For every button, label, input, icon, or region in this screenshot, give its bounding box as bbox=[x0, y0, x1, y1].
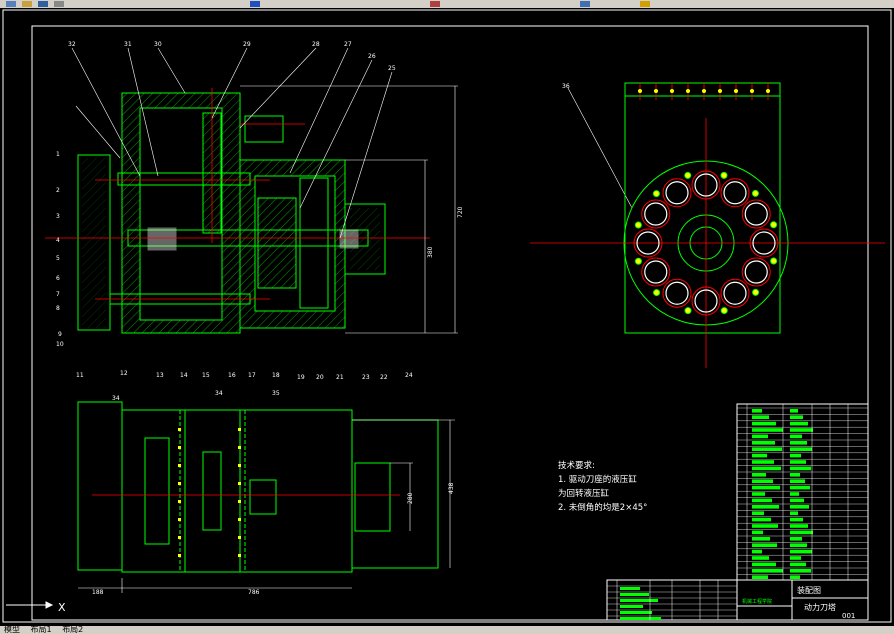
zoom-icon[interactable] bbox=[580, 1, 590, 7]
turret-front-view[interactable] bbox=[530, 82, 885, 368]
part-label-11: 11 bbox=[76, 372, 84, 379]
dim-786: 786 bbox=[248, 589, 260, 596]
part-label-4: 4 bbox=[56, 237, 60, 244]
layout-tabs: 模型 布局1 布局2 bbox=[0, 626, 894, 634]
svg-text:X: X bbox=[58, 601, 66, 614]
part-label-25: 25 bbox=[388, 65, 396, 72]
layer-icon[interactable] bbox=[640, 1, 650, 7]
part-label-21: 21 bbox=[336, 374, 344, 381]
print-icon[interactable] bbox=[54, 1, 64, 7]
part-label-3: 3 bbox=[56, 213, 60, 220]
part-label-27: 27 bbox=[344, 41, 352, 48]
open-icon[interactable] bbox=[22, 1, 32, 7]
part-label-35: 35 bbox=[272, 390, 280, 397]
notes-line-3: 2. 未倒角的均是2×45° bbox=[558, 502, 647, 513]
parts-list[interactable] bbox=[736, 403, 869, 581]
part-label-28: 28 bbox=[312, 41, 320, 48]
pan-icon[interactable] bbox=[430, 1, 440, 7]
part-label-24: 24 bbox=[405, 372, 413, 379]
part-label-1: 1 bbox=[56, 151, 60, 158]
dim-188: 188 bbox=[92, 589, 104, 596]
part-label-18: 18 bbox=[272, 372, 280, 379]
notes-line-1: 1. 驱动刀座的液压缸 bbox=[558, 474, 637, 485]
ucs-icon: X bbox=[6, 601, 66, 614]
part-label-15: 15 bbox=[202, 372, 210, 379]
bolt-marks bbox=[178, 428, 241, 557]
drawing-canvas[interactable]: 32 31 30 29 28 27 26 25 1 2 3 4 5 6 7 8 … bbox=[0, 8, 894, 626]
part-label-16: 16 bbox=[228, 372, 236, 379]
part-label-26: 26 bbox=[368, 53, 376, 60]
part-label-2: 2 bbox=[56, 187, 60, 194]
part-label-6: 6 bbox=[56, 275, 60, 282]
title-number: 001 bbox=[842, 612, 855, 620]
top-view[interactable] bbox=[77, 401, 455, 593]
part-label-10: 10 bbox=[56, 341, 64, 348]
notes-heading: 技术要求: bbox=[558, 460, 595, 471]
title-drawing-name: 装配图 bbox=[797, 585, 821, 595]
part-label-23: 23 bbox=[362, 374, 370, 381]
part-label-30: 30 bbox=[154, 41, 162, 48]
title-part-name: 动力刀塔 bbox=[804, 602, 836, 612]
title-block[interactable]: 装配图 机械工程学院 动力刀塔 001 bbox=[606, 579, 869, 621]
dim-720: 720 bbox=[457, 206, 464, 218]
dim-380: 380 bbox=[427, 246, 434, 258]
tab-model[interactable]: 模型 bbox=[0, 626, 24, 634]
part-label-19: 19 bbox=[297, 374, 305, 381]
technical-notes: 技术要求: 1. 驱动刀座的液压缸 为回转液压缸 2. 未倒角的均是2×45° bbox=[558, 460, 647, 513]
part-label-22: 22 bbox=[380, 374, 388, 381]
save-icon[interactable] bbox=[38, 1, 48, 7]
part-label-31: 31 bbox=[124, 41, 132, 48]
tab-layout1[interactable]: 布局1 bbox=[27, 626, 56, 634]
part-label-36: 36 bbox=[562, 83, 570, 90]
part-label-13: 13 bbox=[156, 372, 164, 379]
dim-438: 438 bbox=[448, 482, 455, 494]
part-label-8: 8 bbox=[56, 305, 60, 312]
part-label-17: 17 bbox=[248, 372, 256, 379]
title-school: 机械工程学院 bbox=[742, 598, 772, 605]
top-bolt-marks bbox=[638, 82, 770, 100]
part-label-20: 20 bbox=[316, 374, 324, 381]
part-label-34: 34 bbox=[215, 390, 223, 397]
part-label-29: 29 bbox=[243, 41, 251, 48]
part-label-14: 14 bbox=[180, 372, 188, 379]
part-label-32: 32 bbox=[68, 41, 76, 48]
part-label-7: 7 bbox=[56, 291, 60, 298]
dim-34: 34 bbox=[112, 395, 120, 402]
dim-280: 280 bbox=[407, 492, 414, 504]
new-file-icon[interactable] bbox=[6, 1, 16, 7]
part-label-12: 12 bbox=[120, 370, 128, 377]
tab-layout2[interactable]: 布局2 bbox=[58, 626, 87, 634]
part-label-5: 5 bbox=[56, 255, 60, 262]
undo-icon[interactable] bbox=[250, 1, 260, 7]
notes-line-2: 为回转液压缸 bbox=[558, 488, 610, 499]
part-label-9: 9 bbox=[58, 331, 62, 338]
main-section-view[interactable] bbox=[45, 85, 458, 334]
